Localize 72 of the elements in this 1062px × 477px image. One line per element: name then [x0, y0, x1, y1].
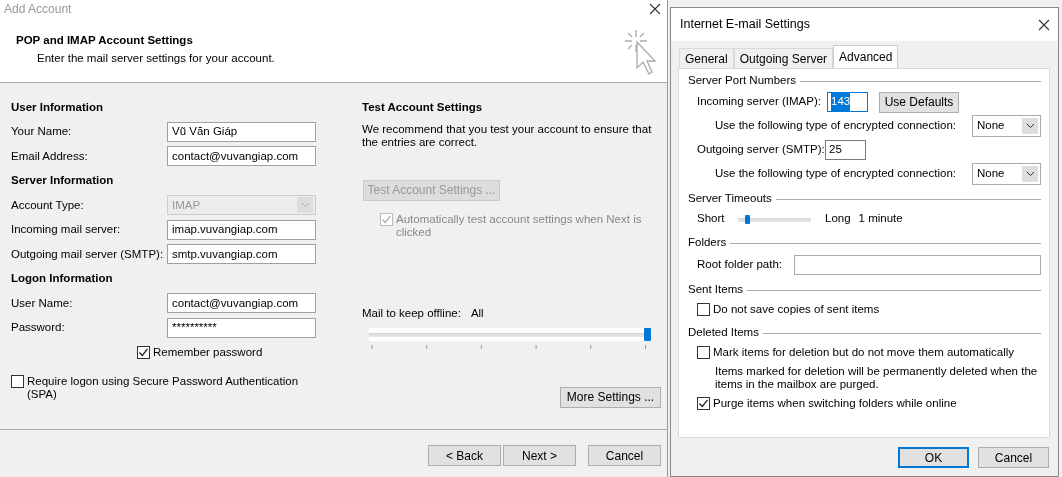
slider-thumb[interactable]: [644, 327, 651, 341]
port-field[interactable]: 25: [825, 140, 866, 160]
checkbox[interactable]: [137, 345, 150, 359]
input-field[interactable]: contact@vuvangiap.com: [167, 293, 316, 314]
group-title: Deleted Items: [688, 325, 759, 341]
more-settings-button[interactable]: More Settings ...: [560, 386, 661, 408]
field-label: Incoming mail server:: [11, 222, 122, 238]
group-title: Server Timeouts: [688, 191, 772, 207]
window-title: Add Account: [4, 1, 72, 18]
slider-track[interactable]: [369, 327, 651, 341]
group-title: Folders: [688, 235, 727, 251]
dialog-button[interactable]: OK: [898, 447, 969, 468]
section-heading: Test Account Settings: [362, 99, 483, 115]
checkbox[interactable]: [697, 303, 710, 316]
note-text: Items marked for deletion will be permanently deleted when the items in the mailbox are purged.: [714, 364, 1039, 392]
field-label: Use the following type of encrypted connection:: [715, 118, 956, 134]
slider-max-label: Long: [825, 211, 851, 227]
window-title: Internet E-mail Settings: [680, 16, 810, 34]
wizard-button[interactable]: Next >: [503, 445, 576, 466]
dropdown[interactable]: None: [972, 163, 1041, 185]
port-field[interactable]: 143: [827, 92, 868, 112]
caret-icon: [1025, 171, 1035, 177]
checkbox-label: Remember password: [153, 344, 263, 360]
tab[interactable]: Advanced: [833, 45, 899, 68]
checkbox-label: Mark items for deletion but do not move them automatically: [713, 344, 1015, 360]
slider-value: All: [470, 305, 484, 321]
field-label: Outgoing mail server (SMTP):: [11, 246, 165, 262]
checkbox[interactable]: [697, 346, 710, 359]
dialog-button[interactable]: Cancel: [978, 447, 1049, 468]
checkbox-label: Automatically test account settings when Next is clicked: [396, 212, 643, 239]
description-text: We recommend that you test your account to ensure that the entries are correct.: [362, 122, 653, 149]
wizard-button[interactable]: Cancel: [588, 445, 661, 466]
section-heading: Server Information: [11, 173, 114, 189]
close-icon[interactable]: [1038, 18, 1050, 31]
dialog-subtitle: Enter the mail server settings for your account.: [36, 51, 275, 67]
checkbox[interactable]: [697, 397, 710, 410]
input-field[interactable]: [794, 254, 1041, 275]
dialog-heading: POP and IMAP Account Settings: [16, 33, 194, 48]
checkbox-label: Require logon using Secure Password Authentication (SPA): [27, 374, 300, 401]
field-label: Password:: [11, 320, 66, 336]
caret-icon: [300, 202, 310, 209]
field-label: User Name:: [11, 295, 74, 311]
checkbox-label: Do not save copies of sent items: [713, 301, 880, 317]
field-label: Account Type:: [11, 197, 85, 213]
tab[interactable]: Outgoing Server: [733, 48, 834, 68]
caret-icon: [1025, 123, 1035, 129]
field-label: Use the following type of encrypted connection:: [715, 166, 956, 182]
input-field[interactable]: Vũ Văn Giáp: [167, 121, 316, 142]
field-label: Your Name:: [11, 124, 73, 140]
dropdown[interactable]: None: [972, 115, 1041, 137]
slider-thumb[interactable]: [744, 214, 750, 224]
slider-reading: 1 minute: [858, 211, 903, 227]
section-heading: User Information: [11, 99, 103, 115]
field-label: Outgoing server (SMTP):: [697, 142, 825, 158]
use-defaults-button[interactable]: Use Defaults: [879, 91, 959, 113]
slider-min-label: Short: [697, 211, 726, 227]
input-field[interactable]: **********: [167, 317, 316, 338]
wizard-button[interactable]: < Back: [428, 445, 501, 466]
input-field[interactable]: imap.vuvangiap.com: [167, 219, 316, 240]
input-field[interactable]: smtp.vuvangiap.com: [167, 244, 316, 265]
slider-label: Mail to keep offline:: [362, 305, 461, 321]
field-label: Email Address:: [11, 148, 89, 164]
field-label: Root folder path:: [697, 256, 784, 272]
checkbox[interactable]: [11, 374, 24, 388]
checkbox-label: Purge items when switching folders while online: [713, 395, 957, 411]
field-label: Incoming server (IMAP):: [697, 94, 822, 110]
section-heading: Logon Information: [11, 271, 113, 287]
close-icon[interactable]: [649, 3, 661, 15]
input-field[interactable]: contact@vuvangiap.com: [167, 146, 316, 167]
tab[interactable]: General: [679, 48, 734, 68]
group-title: Sent Items: [688, 282, 743, 298]
group-title: Server Port Numbers: [688, 73, 796, 89]
